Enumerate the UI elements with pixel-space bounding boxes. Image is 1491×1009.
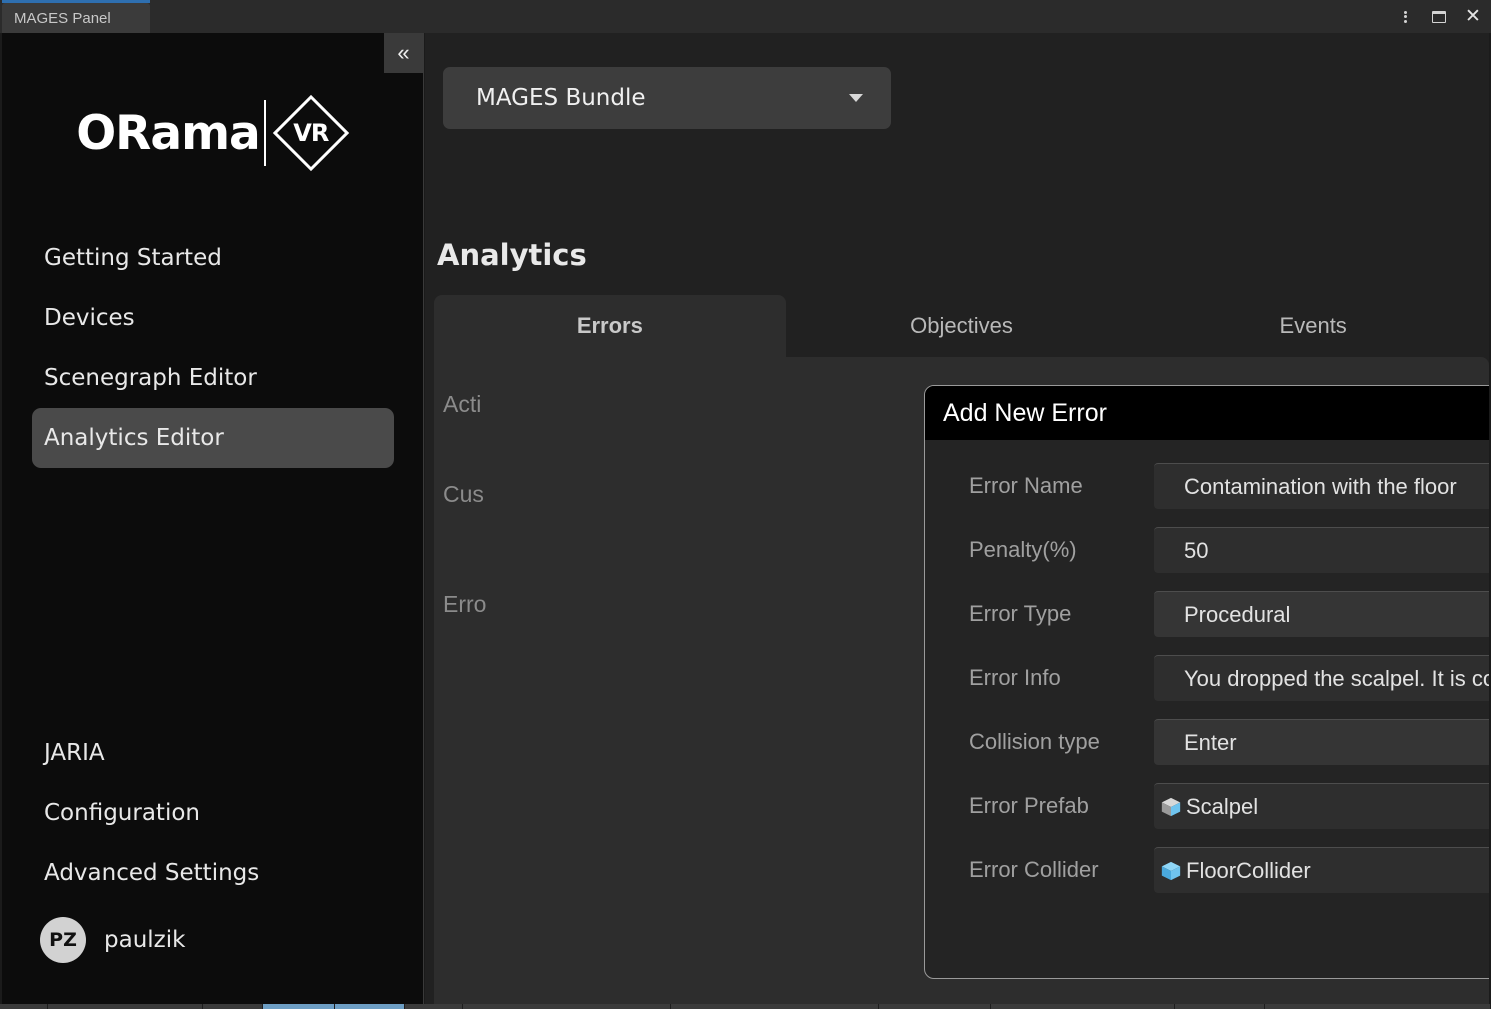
panel-row-label: Erro — [443, 591, 487, 617]
collision-type-dropdown[interactable]: Enter — [1154, 719, 1489, 765]
chevron-double-left-icon: « — [397, 40, 410, 65]
tab-label: Errors — [576, 313, 643, 338]
field-label: Error Prefab — [969, 793, 1089, 818]
field-value: Procedural — [1184, 601, 1291, 627]
penalty-input[interactable]: 50 — [1154, 527, 1489, 573]
unity-editor-window: MAGES Panel ✕ « ORama VR Getting Started — [0, 0, 1491, 1009]
sidebar-nav: Getting Started Devices Scenegraph Edito… — [2, 228, 423, 468]
sidebar-item-configuration[interactable]: Configuration — [32, 783, 394, 843]
sidebar-item-label: Advanced Settings — [44, 860, 260, 886]
panel-tab-mages[interactable]: MAGES Panel — [2, 3, 150, 33]
sidebar-item-advanced-settings[interactable]: Advanced Settings — [32, 843, 394, 903]
field-error-info: Error Info You dropped the scalpel. It i… — [925, 646, 1489, 710]
analytics-tabbar: Errors Objectives Events — [434, 295, 1489, 357]
sidebar-item-label: Configuration — [44, 800, 200, 826]
error-prefab-objectfield[interactable]: Scalpel — [1154, 783, 1489, 829]
page-title: Analytics — [437, 238, 587, 272]
field-error-type: Error Type Procedural — [925, 582, 1489, 646]
tab-label: Events — [1279, 313, 1347, 338]
prefab-icon — [1161, 797, 1181, 816]
sidebar-item-label: Devices — [44, 305, 135, 331]
dialog-actions: Add — [925, 918, 1489, 962]
avatar: PZ — [40, 917, 86, 963]
sidebar-item-scenegraph-editor[interactable]: Scenegraph Editor — [32, 348, 394, 408]
unity-bottom-toolbar — [0, 1004, 1491, 1009]
tab-objectives[interactable]: Objectives — [786, 295, 1138, 357]
field-label: Error Name — [969, 473, 1083, 498]
sidebar-item-devices[interactable]: Devices — [32, 288, 394, 348]
field-penalty: Penalty(%) 50 — [925, 518, 1489, 582]
field-value: FloorCollider — [1186, 857, 1311, 883]
field-collision-type: Collision type Enter — [925, 710, 1489, 774]
field-value: 50 — [1184, 537, 1209, 563]
logo-wordmark: ORama — [76, 105, 261, 161]
gameobject-icon — [1161, 861, 1181, 880]
close-icon[interactable]: ✕ — [1463, 7, 1483, 27]
field-error-collider: Error Collider FloorCollider — [925, 838, 1489, 902]
field-error-prefab: Error Prefab Scalpel — [925, 774, 1489, 838]
logo-diamond-icon: VR — [272, 94, 350, 172]
add-new-error-dialog: Add New Error ✕ Error Name Contamination… — [924, 385, 1489, 979]
tab-label: Objectives — [910, 313, 1013, 338]
panel-row-label: Cus — [443, 481, 484, 507]
maximize-icon[interactable] — [1429, 7, 1449, 27]
dialog-body: Error Name Contamination with the floor … — [925, 440, 1489, 978]
dialog-header: Add New Error ✕ — [925, 386, 1489, 440]
window-controls: ✕ — [1395, 0, 1483, 33]
error-type-dropdown[interactable]: Procedural — [1154, 591, 1489, 637]
sidebar-item-label: Analytics Editor — [44, 425, 224, 451]
main-content: MAGES Bundle Analytics Errors Objectives… — [425, 33, 1489, 1005]
field-label: Collision type — [969, 729, 1100, 754]
kebab-menu-icon[interactable] — [1395, 7, 1415, 27]
sidebar: « ORama VR Getting Started Devices Scene… — [2, 33, 424, 1005]
field-label: Penalty(%) — [969, 537, 1077, 562]
logo-divider — [263, 100, 266, 166]
field-value: You dropped the scalpel. It is contamina… — [1184, 665, 1489, 691]
logo-vr-text: VR — [293, 119, 329, 147]
panel-row-label: Acti — [443, 391, 482, 417]
bundle-select-dropdown[interactable]: MAGES Bundle — [443, 67, 891, 129]
orama-vr-logo: ORama VR — [2, 83, 423, 183]
error-collider-objectfield[interactable]: FloorCollider — [1154, 847, 1489, 893]
field-value: Contamination with the floor — [1184, 473, 1457, 499]
field-label: Error Type — [969, 601, 1072, 626]
panel-tab-label: MAGES Panel — [14, 9, 111, 27]
field-value: Enter — [1184, 729, 1237, 755]
sidebar-nav-bottom: JARIA Configuration Advanced Settings PZ… — [2, 723, 423, 969]
sidebar-item-label: Getting Started — [44, 245, 222, 271]
user-name-label: paulzik — [104, 927, 186, 953]
collapse-sidebar-icon[interactable]: « — [384, 33, 423, 73]
tab-events[interactable]: Events — [1137, 295, 1489, 357]
chevron-down-icon — [849, 94, 863, 102]
bundle-select-value: MAGES Bundle — [476, 85, 646, 111]
sidebar-user[interactable]: PZ paulzik — [32, 911, 394, 969]
tab-errors[interactable]: Errors — [434, 295, 786, 357]
sidebar-item-analytics-editor[interactable]: Analytics Editor — [32, 408, 394, 468]
dialog-title: Add New Error — [943, 398, 1107, 427]
field-label: Error Info — [969, 665, 1061, 690]
sidebar-item-jaria[interactable]: JARIA — [32, 723, 394, 783]
field-error-name: Error Name Contamination with the floor — [925, 454, 1489, 518]
field-value: Scalpel — [1186, 793, 1259, 819]
error-name-input[interactable]: Contamination with the floor — [1154, 463, 1489, 509]
field-label: Error Collider — [969, 857, 1099, 882]
sidebar-item-label: JARIA — [44, 740, 105, 766]
sidebar-item-getting-started[interactable]: Getting Started — [32, 228, 394, 288]
window-titlebar: MAGES Panel ✕ — [0, 0, 1491, 33]
sidebar-item-label: Scenegraph Editor — [44, 365, 257, 391]
error-info-input[interactable]: You dropped the scalpel. It is contamina… — [1154, 655, 1489, 701]
